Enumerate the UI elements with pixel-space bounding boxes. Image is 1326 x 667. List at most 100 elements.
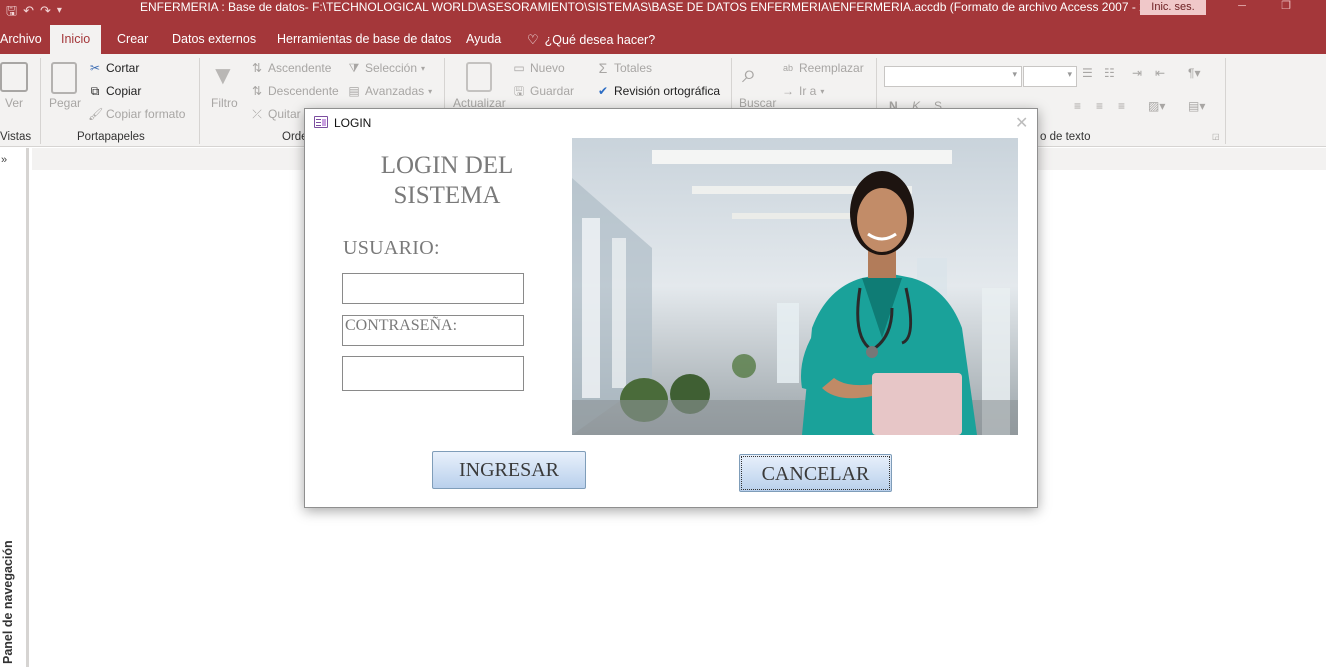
revision-label: Revisión ortográfica (614, 84, 721, 98)
seleccion-label: Selección (365, 61, 418, 75)
cortar-label: Cortar (106, 61, 140, 75)
font-name-select[interactable] (884, 66, 1022, 87)
tab-archivo[interactable]: Archivo (0, 25, 42, 54)
minimize-icon[interactable]: ─ (1232, 0, 1252, 14)
nurse-illustration (572, 138, 1018, 435)
indent-decrease-icon[interactable]: ⇤ (1155, 66, 1165, 80)
reemplazar-button[interactable]: ab Reemplazar (781, 61, 864, 75)
lightbulb-icon: ♡ (527, 31, 539, 47)
reemplazar-label: Reemplazar (799, 61, 864, 75)
copiar-button[interactable]: ⧉ Copiar (88, 84, 142, 98)
tab-inicio[interactable]: Inicio (50, 25, 102, 54)
undo-icon[interactable]: ↶ (23, 3, 34, 19)
align-left-icon[interactable]: ≡ (1074, 99, 1081, 113)
expand-nav-icon[interactable]: » (1, 154, 7, 166)
arrow-right-icon: → (782, 84, 794, 98)
bullets-icon[interactable]: ☰ (1082, 66, 1093, 80)
seleccion-button[interactable]: ⧩ Selección ▾ (347, 61, 425, 75)
ver-button[interactable]: Ver (5, 96, 23, 110)
navigation-pane[interactable]: » Panel de navegación (0, 148, 29, 667)
save-icon[interactable]: 🖫 (6, 3, 17, 19)
tell-me-label: ¿Qué desea hacer? (544, 32, 656, 47)
refresh-icon[interactable] (466, 62, 492, 92)
replace-icon: ab (782, 63, 793, 73)
chevron-down-icon: ▾ (820, 86, 825, 96)
search-icon[interactable]: ⌕ (742, 58, 757, 90)
usuario-input[interactable] (342, 273, 524, 304)
numbering-icon[interactable]: ☷ (1104, 66, 1115, 80)
tab-crear[interactable]: Crear (117, 25, 148, 54)
scissors-icon: ✂ (89, 61, 101, 75)
avanzadas-label: Avanzadas (365, 84, 425, 98)
dialog-title-bar[interactable]: LOGIN ✕ (305, 109, 1037, 137)
indent-increase-icon[interactable]: ⇥ (1132, 66, 1142, 80)
align-right-icon[interactable]: ≡ (1118, 99, 1125, 113)
align-center-icon[interactable]: ≡ (1096, 99, 1103, 113)
descendente-label: Descendente (268, 84, 339, 98)
group-portapapeles: Portapapeles (77, 131, 145, 143)
cancelar-button[interactable]: CANCELAR (739, 454, 892, 492)
ascendente-button[interactable]: ⇅ Ascendente (250, 61, 331, 75)
sort-descending-icon: ⇅ (251, 84, 263, 98)
chevron-down-icon: ▾ (421, 63, 426, 73)
font-size-select[interactable] (1023, 66, 1077, 87)
totales-button[interactable]: Σ Totales (596, 61, 652, 75)
ingresar-button[interactable]: INGRESAR (432, 451, 586, 489)
selection-filter-icon: ⧩ (348, 61, 360, 75)
quitar-label: Quitar (268, 107, 301, 121)
group-divider (199, 58, 200, 144)
sort-ascending-icon: ⇅ (251, 61, 263, 75)
filter-icon[interactable]: ▼ (210, 60, 236, 91)
group-vistas: Vistas (0, 131, 32, 143)
tab-herramientas[interactable]: Herramientas de base de datos (277, 25, 451, 54)
login-heading: LOGIN DEL SISTEMA (380, 152, 514, 209)
revision-ortografica-button[interactable]: ✔ Revisión ortográfica (596, 84, 720, 98)
advanced-filter-icon: ▤ (348, 84, 360, 98)
paste-icon[interactable] (51, 62, 77, 94)
nuevo-button[interactable]: ▭ Nuevo (512, 61, 564, 75)
restore-icon[interactable]: ❐ (1276, 0, 1296, 14)
login-dialog: LOGIN ✕ LOGIN DEL SISTEMA USUARIO: CONTR… (304, 108, 1038, 508)
dialog-launcher-icon[interactable]: ◲ (1212, 132, 1220, 141)
group-formato-texto: o de texto (1040, 131, 1091, 143)
paragraph-direction-icon[interactable]: ¶▾ (1188, 66, 1200, 80)
cortar-button[interactable]: ✂ Cortar (88, 61, 139, 75)
spelling-check-icon: ✔ (597, 84, 609, 98)
chevron-down-icon: ▾ (428, 86, 433, 96)
sigma-icon: Σ (598, 60, 608, 76)
group-divider (1225, 58, 1226, 144)
format-painter-icon: 🖌 (88, 107, 104, 121)
tell-me-search[interactable]: ♡ ¿Qué desea hacer? (527, 25, 655, 54)
pegar-button[interactable]: Pegar (49, 96, 81, 110)
tab-datos-externos[interactable]: Datos externos (172, 25, 256, 54)
contrasena-label-box: CONTRASEÑA: (342, 315, 524, 346)
nav-pane-label: Panel de navegación (1, 540, 15, 664)
totales-label: Totales (614, 61, 653, 75)
dialog-title: LOGIN (334, 116, 372, 130)
clear-sort-icon: ⤫ (252, 107, 262, 121)
group-divider (40, 58, 41, 144)
ir-a-button[interactable]: → Ir a ▾ (781, 84, 824, 98)
view-icon[interactable] (0, 62, 28, 92)
title-bar: 🖫 ↶ ↷ ▾ ENFERMERIA : Base de datos- F:\T… (0, 0, 1326, 22)
alternate-row-color-icon[interactable]: ▤▾ (1188, 99, 1205, 113)
descendente-button[interactable]: ⇅ Descendente (250, 84, 339, 98)
usuario-label: USUARIO: (343, 237, 440, 259)
gridlines-icon[interactable]: ▨▾ (1148, 99, 1165, 113)
nurse-photo (572, 138, 1018, 435)
copiar-label: Copiar (106, 84, 142, 98)
quitar-button[interactable]: ⤫ Quitar (250, 107, 301, 121)
copiar-formato-button[interactable]: 🖌 Copiar formato (88, 107, 185, 121)
copy-icon: ⧉ (90, 84, 100, 98)
sign-in-button[interactable]: Inic. ses. (1140, 0, 1206, 15)
avanzadas-button[interactable]: ▤ Avanzadas ▾ (347, 84, 432, 98)
close-icon[interactable]: ✕ (1015, 113, 1028, 133)
redo-icon[interactable]: ↷ (40, 3, 51, 19)
ascendente-label: Ascendente (268, 61, 332, 75)
customize-qat-icon[interactable]: ▾ (57, 3, 62, 19)
copiar-formato-label: Copiar formato (106, 107, 186, 121)
guardar-button[interactable]: 🖫 Guardar (512, 84, 574, 98)
tab-ayuda[interactable]: Ayuda (466, 25, 501, 54)
filtro-button[interactable]: Filtro (211, 96, 238, 110)
contrasena-input[interactable] (342, 356, 524, 391)
